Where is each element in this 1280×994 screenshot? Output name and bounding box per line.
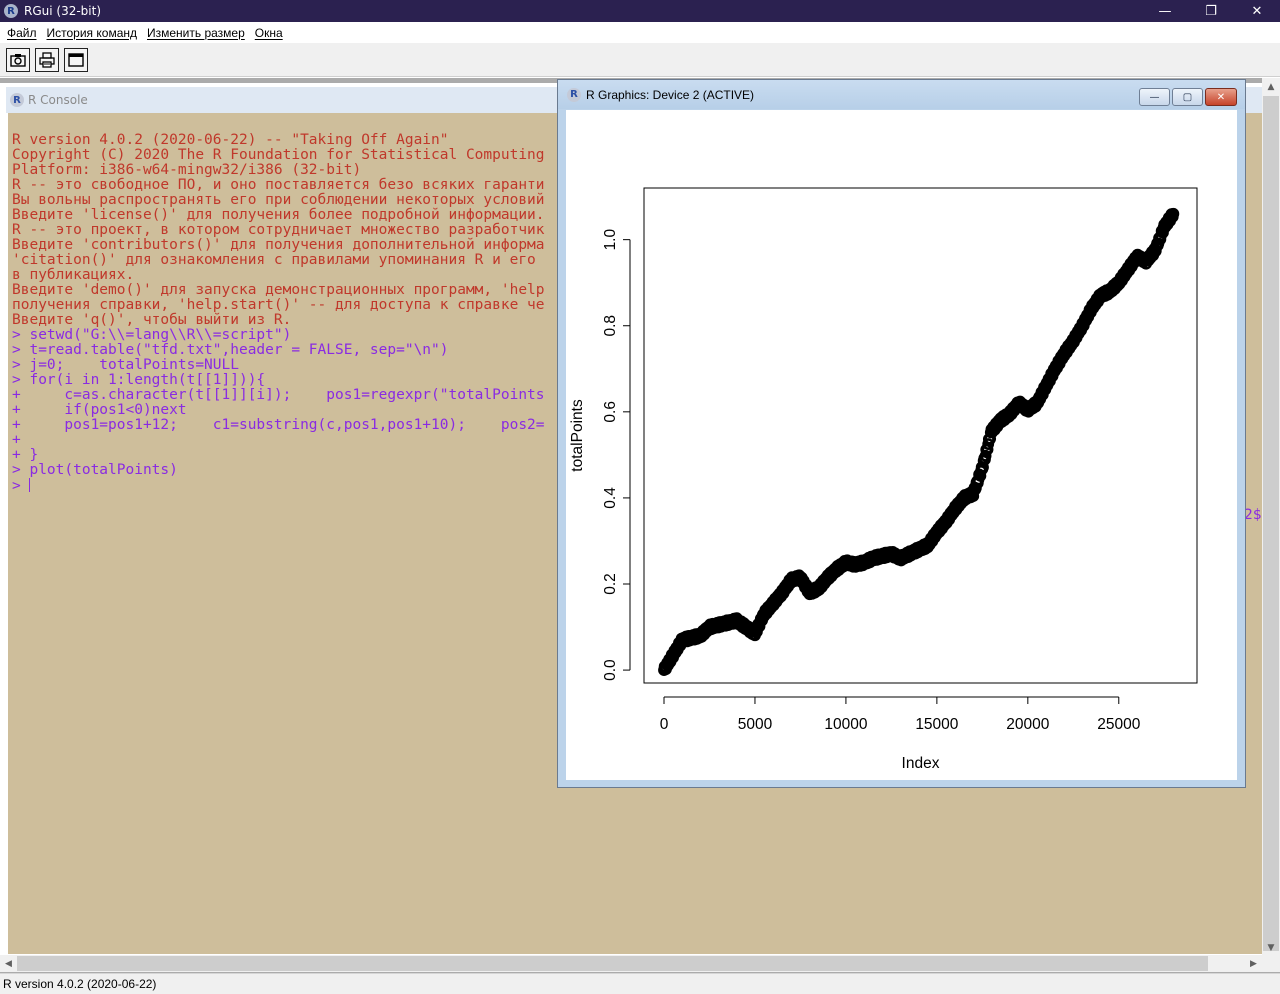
console-line: R -- это свободное ПО, и оно поставляетс… bbox=[12, 177, 545, 193]
copy-as-image-button[interactable] bbox=[6, 47, 30, 72]
y-tick-label: 0.6 bbox=[602, 401, 619, 423]
y-tick-label: 0.0 bbox=[602, 659, 619, 681]
console-line: + c=as.character(t[[1]][i]); pos1=regexp… bbox=[12, 387, 545, 403]
console-line: Введите 'q()', чтобы выйти из R. bbox=[12, 312, 292, 328]
console-line: R version 4.0.2 (2020-06-22) -- "Taking … bbox=[12, 132, 449, 148]
status-bar: R version 4.0.2 (2020-06-22) bbox=[0, 973, 1280, 994]
window-title: RGui (32-bit) bbox=[24, 4, 102, 18]
menu-file[interactable]: Файл bbox=[7, 26, 37, 40]
console-line: > j=0; totalPoints=NULL bbox=[12, 357, 239, 373]
camera-icon bbox=[10, 53, 26, 67]
vertical-scrollbar[interactable]: ▲ ▼ bbox=[1262, 78, 1280, 956]
x-tick-label: 5000 bbox=[738, 716, 773, 733]
console-line: > setwd("G:\\=lang\\R\\=script") bbox=[12, 327, 292, 343]
restore-button[interactable]: ❐ bbox=[1188, 0, 1234, 22]
graphics-maximize-button[interactable]: ▢ bbox=[1172, 88, 1203, 106]
x-axis-label: Index bbox=[902, 755, 940, 772]
console-window-button[interactable] bbox=[64, 47, 88, 72]
graphics-minimize-button[interactable]: — bbox=[1139, 88, 1170, 106]
y-tick-label: 0.2 bbox=[602, 573, 619, 595]
console-line: Введите 'license()' для получения более … bbox=[12, 207, 545, 223]
y-tick-label: 0.8 bbox=[602, 315, 619, 337]
console-line: + if(pos1<0)next bbox=[12, 402, 187, 418]
x-tick-label: 0 bbox=[660, 716, 669, 733]
y-tick-label: 1.0 bbox=[602, 229, 619, 251]
console-line: Copyright (C) 2020 The R Foundation for … bbox=[12, 147, 545, 163]
console-line: + bbox=[12, 432, 21, 448]
console-line: > for(i in 1:length(t[[1]])){ bbox=[12, 372, 266, 388]
plot-canvas[interactable]: 0 5000 10000 15000 20000 25000 0.0 0.2 0.4 0.6 0.8… bbox=[566, 110, 1237, 780]
x-tick-label: 25000 bbox=[1097, 716, 1140, 733]
vertical-scroll-thumb[interactable] bbox=[1263, 96, 1279, 951]
graphics-close-button[interactable]: ✕ bbox=[1205, 88, 1237, 106]
menu-windows[interactable]: Окна bbox=[255, 26, 283, 40]
scroll-right-arrow-icon[interactable]: ▶ bbox=[1245, 955, 1262, 972]
menu-resize[interactable]: Изменить размер bbox=[147, 26, 245, 40]
r-graphics-icon: R bbox=[567, 87, 581, 102]
scatter-plot: 0 5000 10000 15000 20000 25000 0.0 0.2 0.4 0.6 0.8… bbox=[569, 187, 1198, 772]
toolbar bbox=[0, 43, 1280, 77]
console-line: Вы вольны распространять его при соблюде… bbox=[12, 192, 545, 208]
window-icon bbox=[68, 52, 84, 67]
close-button[interactable]: ✕ bbox=[1234, 0, 1280, 22]
y-axis-label: totalPoints bbox=[569, 399, 586, 472]
r-graphics-window[interactable]: R R Graphics: Device 2 (ACTIVE) — ▢ ✕ 0 5… bbox=[557, 79, 1246, 788]
scroll-left-arrow-icon[interactable]: ◀ bbox=[0, 955, 17, 972]
console-line: Platform: i386-w64-mingw32/i386 (32-bit) bbox=[12, 162, 362, 178]
console-line: получения справки, 'help.start()' -- для… bbox=[12, 297, 545, 313]
main-title-bar: R RGui (32-bit) — ❐ ✕ bbox=[0, 0, 1280, 22]
graphics-title-bar[interactable]: R R Graphics: Device 2 (ACTIVE) — ▢ ✕ bbox=[558, 80, 1245, 109]
y-tick-label: 0.4 bbox=[602, 487, 619, 509]
console-line: Введите 'contributors()' для получения д… bbox=[12, 237, 545, 253]
menu-bar: Файл История команд Изменить размер Окна bbox=[0, 22, 1280, 43]
horizontal-scroll-thumb[interactable] bbox=[17, 956, 1208, 971]
console-line: + pos1=pos1+12; c1=substring(c,pos1,pos1… bbox=[12, 417, 545, 433]
printer-icon bbox=[39, 51, 55, 68]
plot-frame bbox=[643, 187, 1198, 684]
text-cursor bbox=[29, 478, 31, 492]
x-tick-label: 10000 bbox=[824, 716, 867, 733]
graphics-title: R Graphics: Device 2 (ACTIVE) bbox=[586, 87, 755, 102]
scrollbar-corner bbox=[1262, 955, 1280, 972]
menu-history[interactable]: История команд bbox=[47, 26, 137, 40]
status-text: R version 4.0.2 (2020-06-22) bbox=[3, 977, 157, 991]
horizontal-scrollbar[interactable]: ◀ ▶ bbox=[0, 955, 1262, 972]
console-line: + } bbox=[12, 447, 39, 463]
console-line: > t=read.table("tfd.txt",header = FALSE,… bbox=[12, 342, 449, 358]
r-app-icon: R bbox=[4, 4, 18, 18]
console-line: R -- это проект, в котором сотрудничает … bbox=[12, 222, 545, 238]
minimize-button[interactable]: — bbox=[1142, 0, 1188, 22]
console-line: > bbox=[12, 478, 31, 494]
console-title: R Console bbox=[28, 93, 88, 107]
console-line: > plot(totalPoints) bbox=[12, 462, 178, 478]
console-line: 'citation()' для ознакомления с правилам… bbox=[12, 252, 536, 268]
r-console-icon: R bbox=[10, 93, 24, 107]
console-line: Введите 'demo()' для запуска демонстраци… bbox=[12, 282, 545, 298]
scroll-down-arrow-icon[interactable]: ▼ bbox=[1262, 939, 1280, 956]
print-button[interactable] bbox=[35, 47, 59, 72]
console-line: в публикациях. bbox=[12, 267, 135, 283]
x-tick-label: 15000 bbox=[915, 716, 958, 733]
scroll-up-arrow-icon[interactable]: ▲ bbox=[1262, 78, 1280, 95]
console-output: R version 4.0.2 (2020-06-22) -- "Taking … bbox=[12, 133, 545, 494]
console-overflow-text: 2$ bbox=[1244, 507, 1262, 523]
x-tick-label: 20000 bbox=[1006, 716, 1049, 733]
